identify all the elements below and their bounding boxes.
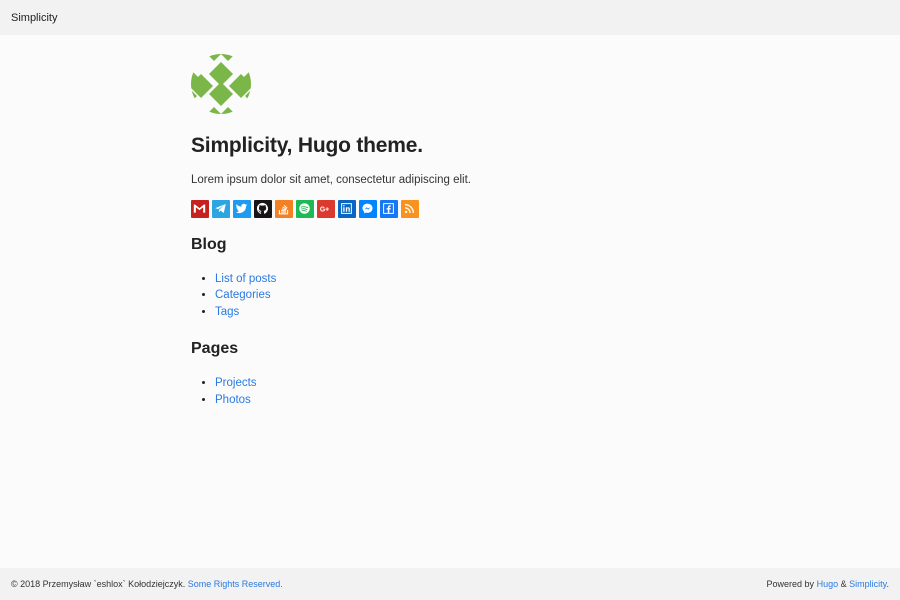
projects-link[interactable]: Projects	[215, 377, 257, 389]
facebook-icon[interactable]	[380, 200, 398, 218]
intro-text: Lorem ipsum dolor sit amet, consectetur …	[191, 174, 471, 186]
top-navbar: Simplicity	[0, 0, 900, 35]
simplicity-link[interactable]: Simplicity	[849, 579, 886, 589]
hugo-link[interactable]: Hugo	[817, 579, 839, 589]
twitter-icon[interactable]	[233, 200, 251, 218]
gmail-icon[interactable]	[191, 200, 209, 218]
list-item: Tags	[215, 304, 711, 321]
pages-links: Projects Photos	[191, 375, 711, 408]
list-item: Projects	[215, 375, 711, 392]
social-links: G+	[191, 200, 711, 218]
tags-link[interactable]: Tags	[215, 306, 239, 318]
linkedin-icon[interactable]	[338, 200, 356, 218]
messenger-icon[interactable]	[359, 200, 377, 218]
googleplus-icon[interactable]: G+	[317, 200, 335, 218]
footer-left: © 2018 Przemysław `eshlox` Kołodziejczyk…	[11, 579, 283, 589]
svg-text:G+: G+	[320, 207, 329, 214]
github-icon[interactable]	[254, 200, 272, 218]
telegram-icon[interactable]	[212, 200, 230, 218]
list-item: List of posts	[215, 271, 711, 288]
blog-links: List of posts Categories Tags	[191, 271, 711, 321]
footer: © 2018 Przemysław `eshlox` Kołodziejczyk…	[0, 568, 900, 600]
list-item: Categories	[215, 287, 711, 304]
navbar-brand[interactable]: Simplicity	[11, 12, 57, 24]
rights-link[interactable]: Some Rights Reserved.	[188, 579, 283, 589]
categories-link[interactable]: Categories	[215, 289, 271, 301]
copyright-text: © 2018 Przemysław `eshlox` Kołodziejczyk…	[11, 579, 186, 589]
powered-by-text: Powered by	[766, 579, 815, 589]
blog-heading: Blog	[191, 235, 227, 253]
site-logo	[191, 54, 251, 114]
photos-link[interactable]: Photos	[215, 394, 251, 406]
page-title: Simplicity, Hugo theme.	[191, 134, 423, 157]
pages-heading: Pages	[191, 340, 239, 357]
footer-right: Powered by Hugo & Simplicity.	[767, 579, 889, 589]
stackoverflow-icon[interactable]	[275, 200, 293, 218]
list-of-posts-link[interactable]: List of posts	[215, 273, 276, 285]
rss-icon[interactable]	[401, 200, 419, 218]
list-item: Photos	[215, 392, 711, 409]
footer-period: .	[886, 579, 889, 589]
main-content: Simplicity, Hugo theme. Lorem ipsum dolo…	[191, 54, 711, 408]
spotify-icon[interactable]	[296, 200, 314, 218]
ampersand-text: &	[840, 579, 847, 589]
